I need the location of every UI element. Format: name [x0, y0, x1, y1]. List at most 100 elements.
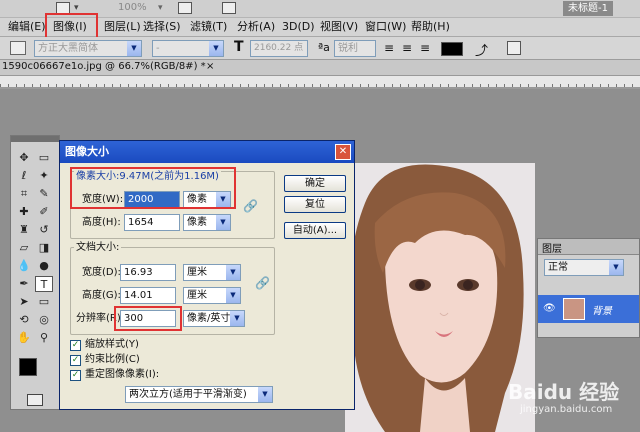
link-icon: 🔗: [255, 276, 270, 290]
document-tab[interactable]: 1590c06667e1o.jpg @ 66.7%(RGB/8#) *: [2, 61, 206, 72]
3d-rotate-icon[interactable]: ⟲: [15, 312, 33, 328]
chevron-down-icon: ▼: [609, 260, 623, 275]
scale-styles-label: 缩放样式(Y): [85, 339, 139, 350]
layer-name: 背景: [592, 306, 612, 317]
layers-tab[interactable]: 图层: [542, 240, 562, 255]
history-brush-icon[interactable]: ↺: [35, 222, 53, 238]
screen-mode-icon[interactable]: [222, 2, 236, 14]
healing-brush-icon[interactable]: ✚: [15, 204, 33, 220]
resample-method-select[interactable]: 两次立方(适用于平滑渐变) ▼: [125, 386, 273, 403]
tool-preset-icon[interactable]: [10, 41, 26, 55]
align-left-icon[interactable]: ≡: [384, 41, 394, 55]
layer-thumbnail: [563, 298, 585, 320]
anti-alias-icon: ªa: [318, 41, 330, 54]
type-tool-icon[interactable]: T: [35, 276, 53, 292]
resample-label: 重定图像像素(I):: [85, 369, 160, 380]
layers-panel: 图层 正常 ▼ 👁 背景: [537, 238, 640, 338]
close-tab-icon[interactable]: ×: [206, 61, 214, 72]
dodge-tool-icon[interactable]: ●: [35, 258, 53, 274]
menu-select[interactable]: 选择(S): [143, 20, 181, 34]
eraser-tool-icon[interactable]: ▱: [15, 240, 33, 256]
move-tool-icon[interactable]: ✥: [15, 150, 33, 166]
doc-width-unit-select[interactable]: 厘米 ▼: [183, 264, 241, 281]
baidu-watermark: Baidu 经验 jingyan.baidu.com: [500, 372, 640, 432]
workspace-switcher[interactable]: 未标题-1: [563, 1, 613, 16]
chevron-down-icon: ▼: [230, 311, 244, 326]
image-size-dialog: 图像大小 ✕ 像素大小:9.47M(之前为1.16M) 宽度(W): 像素▼ 高…: [59, 140, 355, 410]
doc-width-input[interactable]: [120, 264, 176, 281]
blur-tool-icon[interactable]: 💧: [15, 258, 33, 274]
text-color-swatch[interactable]: [441, 42, 463, 56]
chevron-down-icon: ▼: [216, 215, 230, 230]
font-size-select[interactable]: 2160.22 点: [250, 40, 308, 57]
anti-alias-select[interactable]: 锐利: [334, 40, 376, 57]
chevron-down-icon: ▼: [258, 387, 272, 402]
height-unit-select[interactable]: 像素 ▼: [183, 214, 231, 231]
menu-layer[interactable]: 图层(L): [104, 20, 141, 34]
doc-width-label: 宽度(D):: [82, 267, 121, 278]
crop-tool-icon[interactable]: ⌗: [15, 186, 33, 202]
magic-wand-icon[interactable]: ✦: [35, 168, 53, 184]
eye-icon[interactable]: 👁: [543, 303, 556, 314]
font-family-select[interactable]: 方正大黑简体 ▼: [34, 40, 142, 57]
scale-styles-checkbox[interactable]: ✓: [70, 340, 81, 351]
align-right-icon[interactable]: ≡: [420, 41, 430, 55]
chevron-down-icon: ▼: [209, 41, 223, 56]
warp-text-icon[interactable]: ⤴: [475, 40, 488, 59]
doc-height-unit-select[interactable]: 厘米 ▼: [183, 287, 241, 304]
menu-edit[interactable]: 编辑(E): [8, 20, 46, 34]
clone-stamp-icon[interactable]: ♜: [15, 222, 33, 238]
eyedropper-icon[interactable]: ✎: [35, 186, 53, 202]
zoom-tool-icon[interactable]: ⚲: [35, 330, 53, 346]
font-size-icon: T: [234, 39, 244, 55]
hand-tool-icon[interactable]: ✋: [15, 330, 33, 346]
image-menu-highlight: [45, 13, 98, 39]
arrange-documents-icon[interactable]: [178, 2, 192, 14]
ok-button[interactable]: 确定: [284, 175, 346, 192]
align-center-icon[interactable]: ≡: [402, 41, 412, 55]
shape-tool-icon[interactable]: ▭: [35, 294, 53, 310]
constrain-proportions-checkbox[interactable]: ✓: [70, 355, 81, 366]
toolbox: ✥ ▭ ℓ ✦ ⌗ ✎ ✚ ✐ ♜ ↺ ▱ ◨ 💧 ● ✒ T ➤ ▭ ⟲ ◎ …: [10, 135, 60, 410]
brush-tool-icon[interactable]: ✐: [35, 204, 53, 220]
watermark-brand: Baidu 经验: [508, 380, 620, 404]
resample-checkbox[interactable]: ✓: [70, 370, 81, 381]
pixel-size-highlight: [70, 167, 236, 209]
doc-height-label: 高度(G):: [82, 290, 121, 301]
layer-row-background[interactable]: 👁 背景: [538, 295, 639, 323]
dialog-titlebar: 图像大小: [60, 141, 354, 163]
marquee-tool-icon[interactable]: ▭: [35, 150, 53, 166]
dialog-title: 图像大小: [65, 145, 109, 158]
auto-button[interactable]: 自动(A)...: [284, 222, 346, 239]
font-style-select[interactable]: - ▼: [152, 40, 224, 57]
menu-view[interactable]: 视图(V): [320, 20, 358, 34]
chevron-down-icon: ▼: [226, 288, 240, 303]
blend-mode-select[interactable]: 正常 ▼: [544, 259, 624, 276]
menu-help[interactable]: 帮助(H): [411, 20, 450, 34]
quick-mask-icon[interactable]: [27, 394, 43, 406]
height-input[interactable]: [124, 214, 180, 231]
close-icon[interactable]: ✕: [335, 144, 351, 160]
chevron-down-icon: ▼: [127, 41, 141, 56]
3d-orbit-icon[interactable]: ◎: [35, 312, 53, 328]
link-icon: 🔗: [243, 199, 258, 213]
path-selection-icon[interactable]: ➤: [15, 294, 33, 310]
menu-analysis[interactable]: 分析(A): [237, 20, 275, 34]
menu-filter[interactable]: 滤镜(T): [190, 20, 227, 34]
character-panel-icon[interactable]: [507, 41, 521, 55]
foreground-color-swatch[interactable]: [19, 358, 37, 376]
document-tab-bar: 1590c06667e1o.jpg @ 66.7%(RGB/8#) * ×: [0, 60, 640, 76]
gradient-tool-icon[interactable]: ◨: [35, 240, 53, 256]
menu-3d[interactable]: 3D(D): [282, 20, 315, 34]
reset-button[interactable]: 复位: [284, 196, 346, 213]
menu-window[interactable]: 窗口(W): [365, 20, 406, 34]
doc-height-input[interactable]: [120, 287, 176, 304]
resolution-unit-select[interactable]: 像素/英寸 ▼: [183, 310, 245, 327]
lasso-tool-icon[interactable]: ℓ: [15, 168, 33, 184]
zoom-level[interactable]: 100%: [118, 2, 147, 13]
watermark-url: jingyan.baidu.com: [520, 404, 613, 415]
horizontal-ruler: [0, 76, 640, 88]
pen-tool-icon[interactable]: ✒: [15, 276, 33, 292]
constrain-proportions-label: 约束比例(C): [85, 354, 140, 365]
resolution-highlight: [114, 306, 182, 331]
